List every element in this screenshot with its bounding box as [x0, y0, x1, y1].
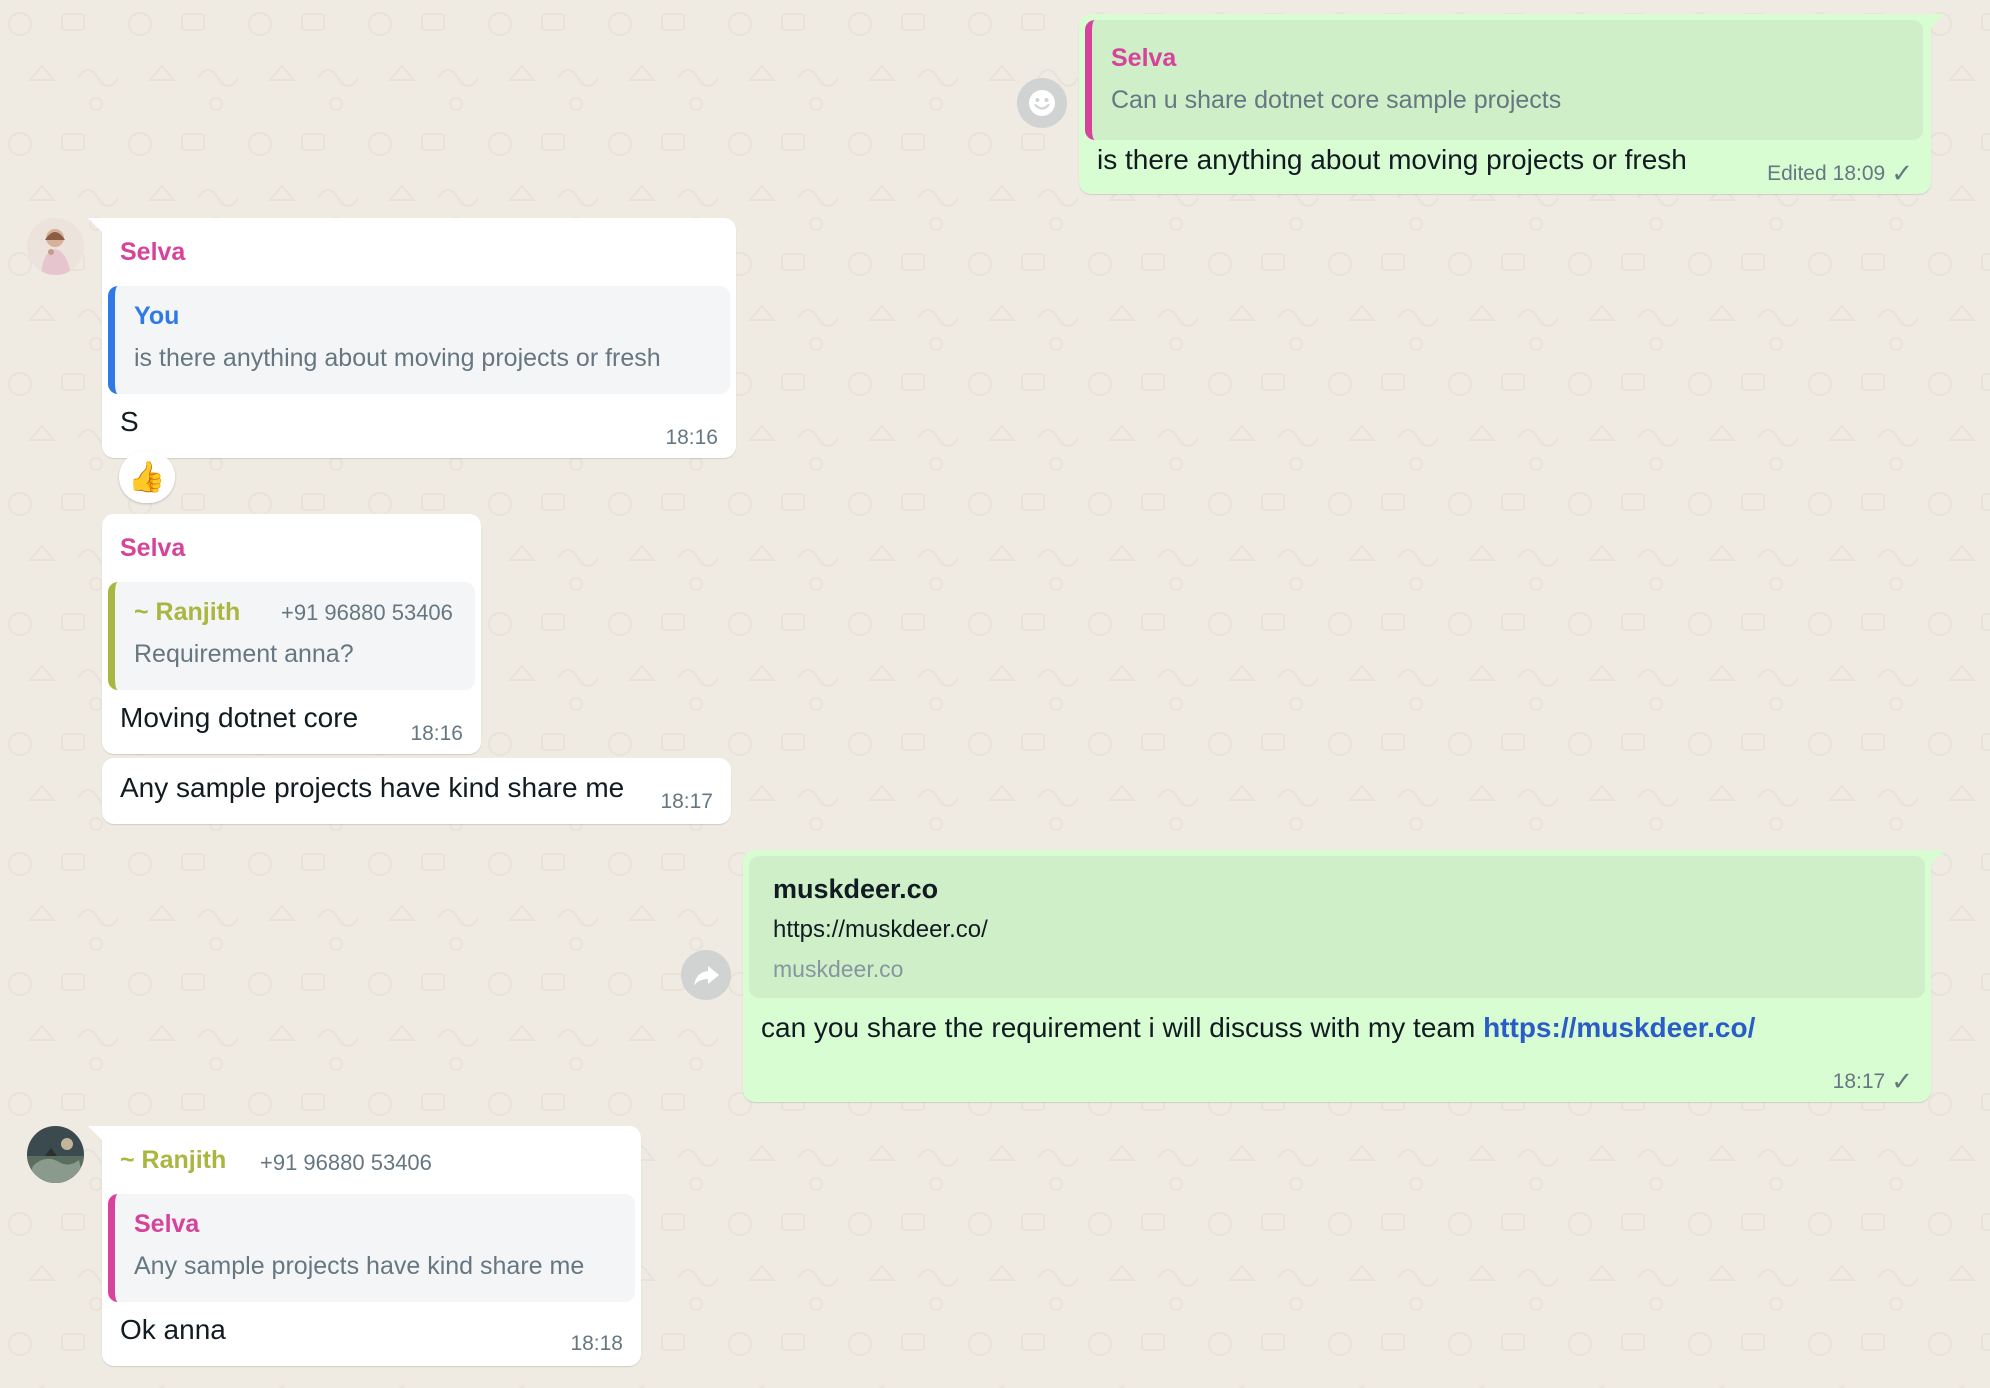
- sender-avatar[interactable]: [27, 218, 84, 275]
- quoted-sender-name: Selva: [134, 1210, 200, 1238]
- message-time: 18:17: [660, 790, 713, 813]
- message-text: can you share the requirement i will dis…: [761, 1012, 1755, 1044]
- message-bubble-outgoing[interactable]: muskdeer.co https://muskdeer.co/ muskdee…: [743, 850, 1945, 1102]
- message-time: 18:17: [1832, 1069, 1886, 1093]
- quoted-message-text: Requirement anna?: [134, 640, 354, 668]
- emoji-reaction-button[interactable]: [1017, 78, 1067, 128]
- chat-message-list[interactable]: Selva Can u share dotnet core sample pro…: [0, 0, 1990, 1388]
- message-meta: 18:16: [665, 426, 718, 450]
- quoted-message[interactable]: You is there anything about moving proje…: [108, 286, 730, 394]
- message-text: Ok anna: [120, 1314, 226, 1345]
- message-time: 18:09: [1832, 161, 1886, 185]
- message-meta: 18:16: [410, 722, 463, 746]
- quoted-message[interactable]: ~ Ranjith +91 96880 53406 Requirement an…: [108, 582, 475, 690]
- message-bubble-outgoing[interactable]: Selva Can u share dotnet core sample pro…: [1079, 14, 1945, 194]
- message-reaction[interactable]: 👍: [119, 451, 175, 503]
- message-text: is there anything about moving projects …: [1097, 144, 1687, 175]
- link-preview-domain: muskdeer.co: [773, 956, 904, 982]
- quoted-message[interactable]: Selva Can u share dotnet core sample pro…: [1085, 20, 1923, 140]
- quoted-message-text: is there anything about moving projects …: [134, 344, 661, 372]
- message-time: 18:16: [410, 722, 463, 745]
- thumbs-up-icon: 👍: [128, 460, 166, 494]
- quoted-sender-name: Selva: [1111, 44, 1177, 72]
- emoji-icon: [1029, 90, 1055, 116]
- single-check-icon: ✓: [1891, 158, 1913, 188]
- message-bubble-incoming[interactable]: ~ Ranjith +91 96880 53406 Selva Any samp…: [88, 1126, 641, 1366]
- message-text-body: can you share the requirement i will dis…: [761, 1012, 1476, 1043]
- message-text: Any sample projects have kind share me: [120, 772, 625, 803]
- quoted-sender-phone: +91 96880 53406: [281, 600, 453, 625]
- message-meta: Edited 18:09 ✓: [1767, 158, 1913, 189]
- message-link[interactable]: https://muskdeer.co/: [1483, 1012, 1755, 1043]
- message-text: S: [120, 406, 139, 437]
- message-time: 18:16: [665, 426, 718, 449]
- quoted-message-text: Can u share dotnet core sample projects: [1111, 86, 1562, 114]
- link-preview-url: https://muskdeer.co/: [773, 916, 988, 943]
- message-text: Moving dotnet core: [120, 702, 359, 733]
- quoted-message-text: Any sample projects have kind share me: [134, 1252, 585, 1280]
- user-photo-selva: [27, 218, 84, 275]
- single-check-icon: ✓: [1891, 1066, 1913, 1096]
- message-bubble-incoming[interactable]: Any sample projects have kind share me 1…: [102, 758, 731, 824]
- message-meta: 18:17 ✓: [1833, 1066, 1913, 1097]
- sender-name: ~ Ranjith: [120, 1146, 227, 1174]
- sender-phone: +91 96880 53406: [260, 1150, 432, 1175]
- user-photo-ranjith: [27, 1126, 84, 1183]
- message-bubble-incoming[interactable]: Selva You is there anything about moving…: [88, 218, 736, 458]
- forward-icon: [694, 966, 719, 986]
- link-preview-title: muskdeer.co: [773, 874, 939, 904]
- forward-button[interactable]: [681, 950, 731, 1000]
- quoted-sender-name: You: [134, 302, 180, 330]
- link-preview-card[interactable]: muskdeer.co https://muskdeer.co/ muskdee…: [749, 856, 1925, 998]
- sender-avatar[interactable]: [27, 1126, 84, 1183]
- message-meta: 18:17: [660, 790, 713, 814]
- message-time: 18:18: [570, 1332, 623, 1355]
- quoted-message[interactable]: Selva Any sample projects have kind shar…: [108, 1194, 635, 1302]
- message-meta: 18:18: [570, 1332, 623, 1356]
- quoted-sender-name: ~ Ranjith: [134, 598, 241, 626]
- sender-name: Selva: [120, 238, 186, 266]
- message-bubble-incoming[interactable]: Selva ~ Ranjith +91 96880 53406 Requirem…: [102, 514, 481, 754]
- sender-name: Selva: [120, 534, 186, 562]
- edited-label: Edited: [1767, 161, 1827, 185]
